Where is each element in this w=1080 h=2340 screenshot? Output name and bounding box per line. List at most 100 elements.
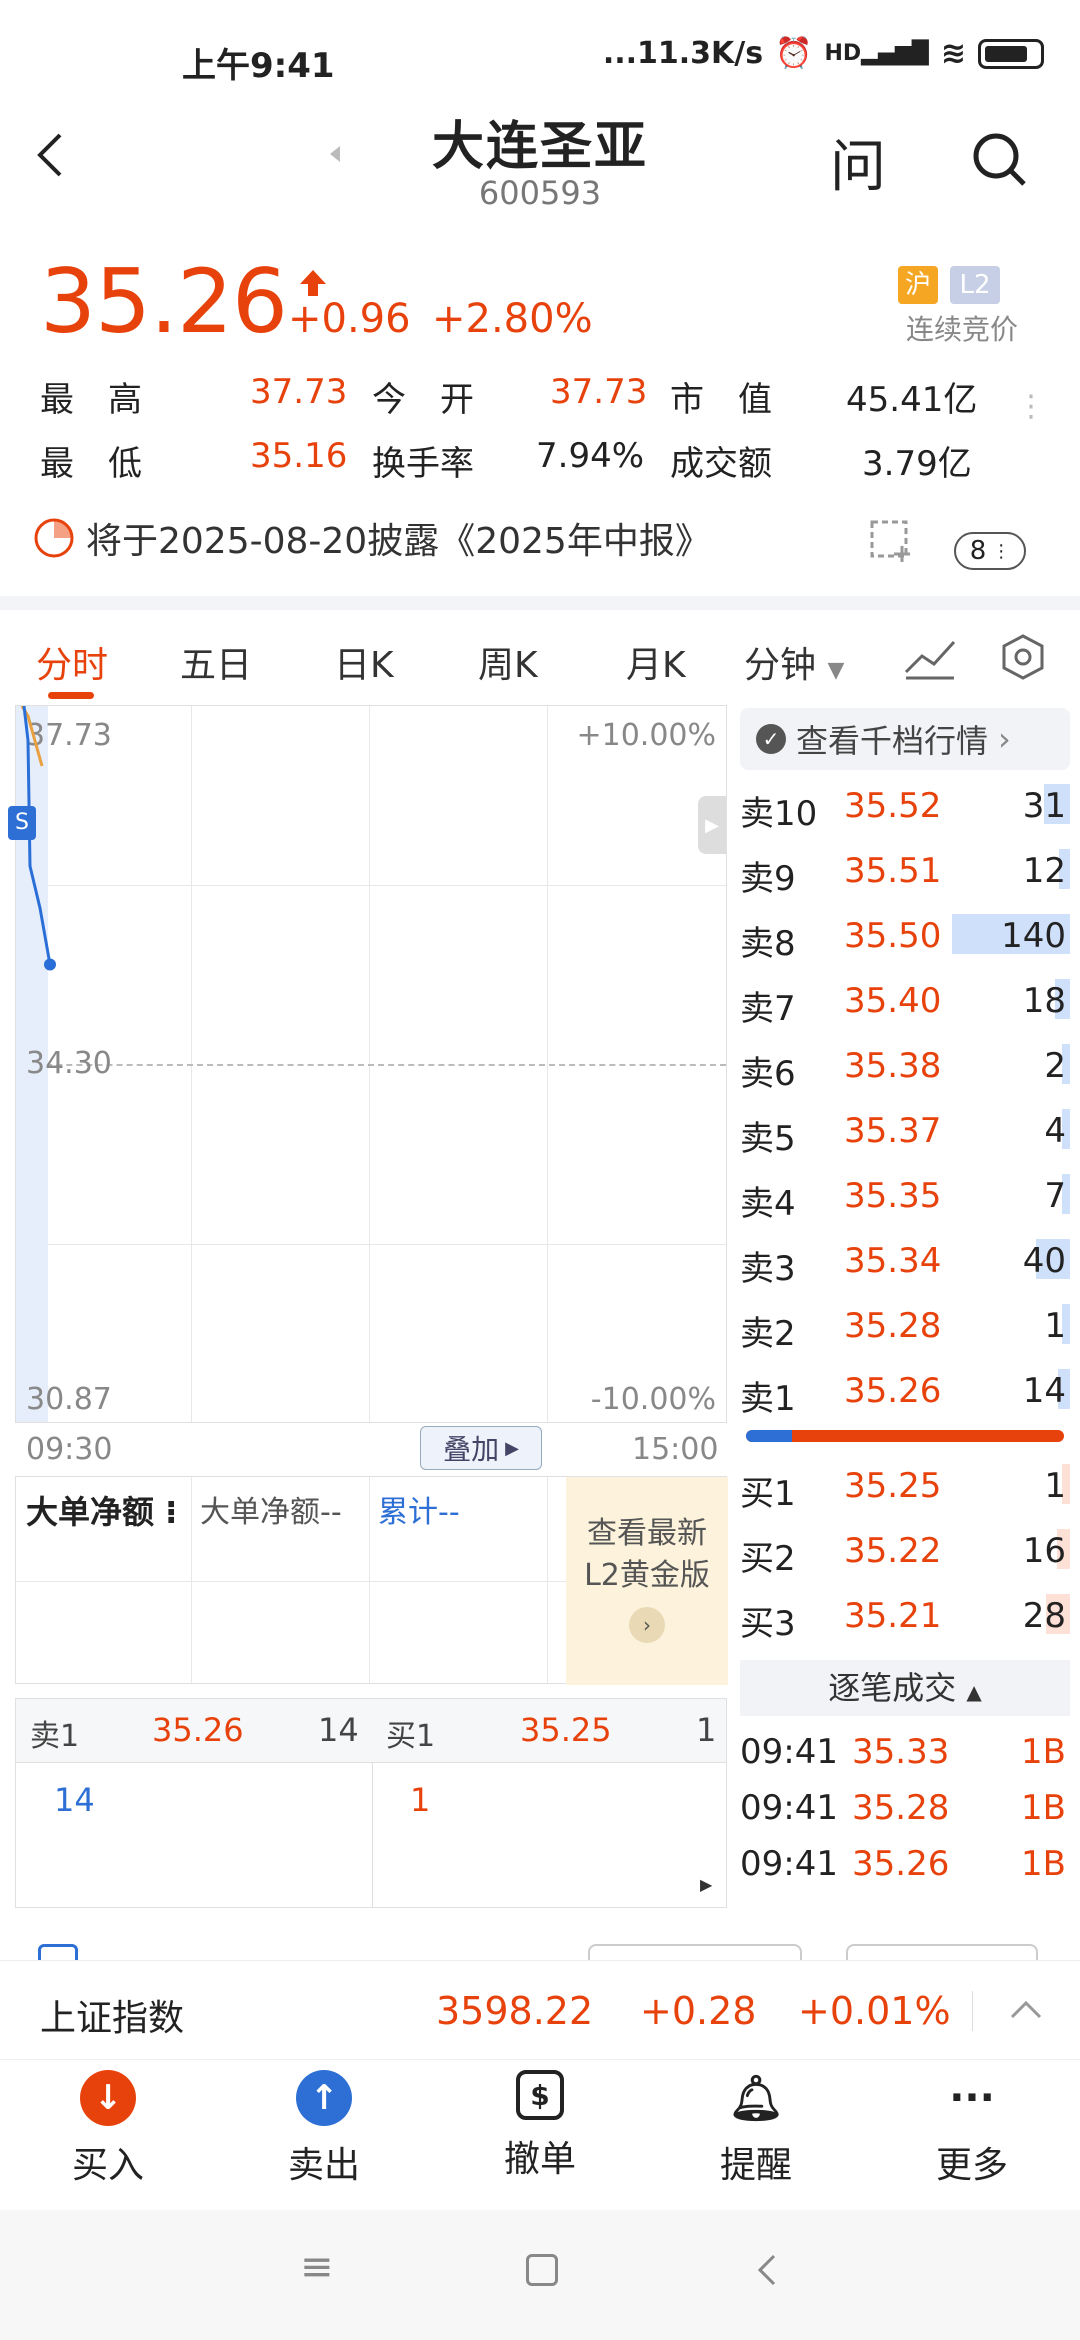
x-end-label: 15:00 — [632, 1432, 719, 1467]
open-label: 今 开 — [372, 380, 474, 420]
settings-icon[interactable] — [998, 632, 1048, 682]
tab-weekly-k[interactable]: 周K — [478, 636, 538, 688]
bid-level-label: 买1 — [740, 1474, 796, 1514]
l2-promo[interactable]: 查看最新L2黄金版 › — [566, 1477, 728, 1685]
mini-order-book: 卖1 35.26 14 买1 35.25 1 14 1 ▶ — [15, 1698, 727, 1908]
index-bar[interactable]: 上证指数 3598.22 +0.28 +0.01% — [0, 1960, 1080, 2060]
arrow-down-icon: ↓ — [80, 2070, 136, 2126]
ask-row-10[interactable]: 卖1 35.26 14 — [740, 1363, 1070, 1419]
alert-button[interactable]: 🔔︎ 提醒 — [686, 2070, 826, 2188]
tab-minute[interactable]: 分钟 ▼ — [744, 636, 844, 688]
home-icon[interactable] — [526, 2254, 558, 2286]
add-note-icon[interactable] — [868, 516, 916, 564]
mini-buy-label: 买1 — [386, 1719, 436, 1754]
trade-price: 35.26 — [852, 1844, 950, 1884]
depth-view-button[interactable]: ✓ 查看千档行情 › — [740, 708, 1070, 770]
ask-level-label: 卖4 — [740, 1184, 796, 1224]
indicator-icon[interactable] — [904, 636, 956, 680]
ask-price: 35.52 — [844, 786, 942, 826]
stock-code: 600593 — [478, 174, 602, 212]
l2-promo-text: 查看最新L2黄金版 — [584, 1516, 710, 1593]
low-label: 最 低 — [40, 444, 142, 484]
sell-marker[interactable]: S — [8, 806, 36, 840]
ask-row-4[interactable]: 卖7 35.40 18 — [740, 973, 1070, 1029]
price-change: +0.96 — [288, 296, 411, 342]
trade-price: 35.33 — [852, 1732, 950, 1772]
trade-volume: 1B — [1021, 1732, 1066, 1772]
mini-sell-qty: 14 — [318, 1711, 359, 1749]
ask-price: 35.50 — [844, 916, 942, 956]
trades-header[interactable]: 逐笔成交 ▲ — [740, 1660, 1070, 1716]
mini-buy-price: 35.25 — [520, 1711, 612, 1749]
trade-volume: 1B — [1021, 1844, 1066, 1884]
low-value: 35.16 — [250, 436, 348, 476]
ask-price: 35.51 — [844, 851, 942, 891]
more-stats-icon[interactable]: ⋮ — [1016, 392, 1046, 422]
big-order-cumulative: 累计-- — [378, 1495, 460, 1530]
trade-price: 35.28 — [852, 1788, 950, 1828]
alert-label: 提醒 — [719, 2145, 792, 2186]
more-button[interactable]: ··· 更多 — [902, 2070, 1042, 2188]
mini-sell-label: 卖1 — [30, 1719, 80, 1754]
bid-price: 35.25 — [844, 1466, 942, 1506]
ask-price: 35.37 — [844, 1111, 942, 1151]
sell-button[interactable]: ↑ 卖出 — [254, 2070, 394, 2188]
ask-row-2[interactable]: 卖9 35.51 12 — [740, 843, 1070, 899]
bid-row-1[interactable]: 买1 35.25 1 — [740, 1458, 1070, 1514]
ask-row-1[interactable]: 卖10 35.52 31 — [740, 778, 1070, 834]
ask-row-5[interactable]: 卖6 35.38 2 — [740, 1038, 1070, 1094]
index-change: +0.28 — [640, 1989, 757, 2033]
buy-button[interactable]: ↓ 买入 — [38, 2070, 178, 2188]
check-icon: ✓ — [756, 724, 786, 754]
alarm-icon: ⏰ — [775, 36, 813, 71]
intraday-chart[interactable]: 37.73 34.30 30.87 +10.00% -10.00% S ▶ — [8, 705, 727, 1423]
bid-row-3[interactable]: 买3 35.21 28 — [740, 1588, 1070, 1644]
notice-text: 将于2025-08-20披露《2025年中报》 — [86, 521, 711, 562]
search-icon[interactable] — [970, 130, 1030, 190]
ask-qty: 14 — [1022, 1371, 1066, 1411]
ask-qty: 1 — [1044, 1306, 1066, 1346]
system-nav-bar: ≡ — [0, 2210, 1080, 2340]
cancel-order-button[interactable]: $ 撤单 — [470, 2070, 610, 2182]
stat-row-1: 最 高 37.73 今 开 37.73 市 值 45.41亿 — [40, 372, 1000, 422]
chevron-up-icon[interactable] — [1008, 1997, 1044, 2021]
mktcap-value: 45.41亿 — [846, 380, 978, 420]
back-nav-icon[interactable] — [754, 2252, 778, 2288]
tab-monthly-k[interactable]: 月K — [626, 636, 686, 688]
scroll-right-icon[interactable]: ▶ — [700, 1875, 712, 1894]
tab-five-day[interactable]: 五日 — [180, 636, 252, 688]
ask-row-7[interactable]: 卖4 35.35 7 — [740, 1168, 1070, 1224]
ask-row-3[interactable]: 卖8 35.50 140 — [740, 908, 1070, 964]
arrow-up-icon: ↑ — [296, 2070, 352, 2126]
ask-price: 35.26 — [844, 1371, 942, 1411]
tab-daily-k[interactable]: 日K — [334, 636, 394, 688]
ask-level-label: 卖7 — [740, 989, 796, 1029]
level2-badge[interactable]: L2 — [950, 266, 1000, 304]
trade-row: 09:41 35.26 1B — [740, 1836, 1070, 1892]
bid-price: 35.22 — [844, 1531, 942, 1571]
ask-qty: 7 — [1044, 1176, 1066, 1216]
open-value: 37.73 — [550, 372, 648, 412]
ask-row-9[interactable]: 卖2 35.28 1 — [740, 1298, 1070, 1354]
ask-row-6[interactable]: 卖5 35.37 4 — [740, 1103, 1070, 1159]
comment-count-badge[interactable]: 8 ⋮ — [954, 532, 1026, 570]
ask-row-8[interactable]: 卖3 35.34 40 — [740, 1233, 1070, 1289]
big-order-title: 大单净额 ⁝ — [26, 1493, 178, 1531]
earnings-notice[interactable]: 将于2025-08-20披露《2025年中报》 — [32, 512, 711, 564]
trade-row: 09:41 35.33 1B — [740, 1724, 1070, 1780]
menu-icon[interactable]: ≡ — [300, 2244, 334, 2290]
mini-buy-qty: 1 — [696, 1711, 717, 1749]
trade-time: 09:41 — [740, 1788, 838, 1828]
overlay-button[interactable]: 叠加 ▶ — [420, 1426, 542, 1470]
up-arrow-icon — [300, 270, 326, 296]
ask-button[interactable]: 问 — [830, 122, 886, 203]
price-line-svg — [20, 706, 56, 971]
ask-price: 35.34 — [844, 1241, 942, 1281]
more-label: 更多 — [935, 2145, 1008, 2186]
bid-row-2[interactable]: 买2 35.22 16 — [740, 1523, 1070, 1579]
current-price-dot — [44, 958, 56, 971]
ask-qty: 140 — [1001, 916, 1066, 956]
ask-level-label: 卖3 — [740, 1249, 796, 1289]
tab-intraday[interactable]: 分时 — [36, 636, 108, 688]
expand-handle-icon[interactable]: ▶ — [698, 796, 726, 854]
